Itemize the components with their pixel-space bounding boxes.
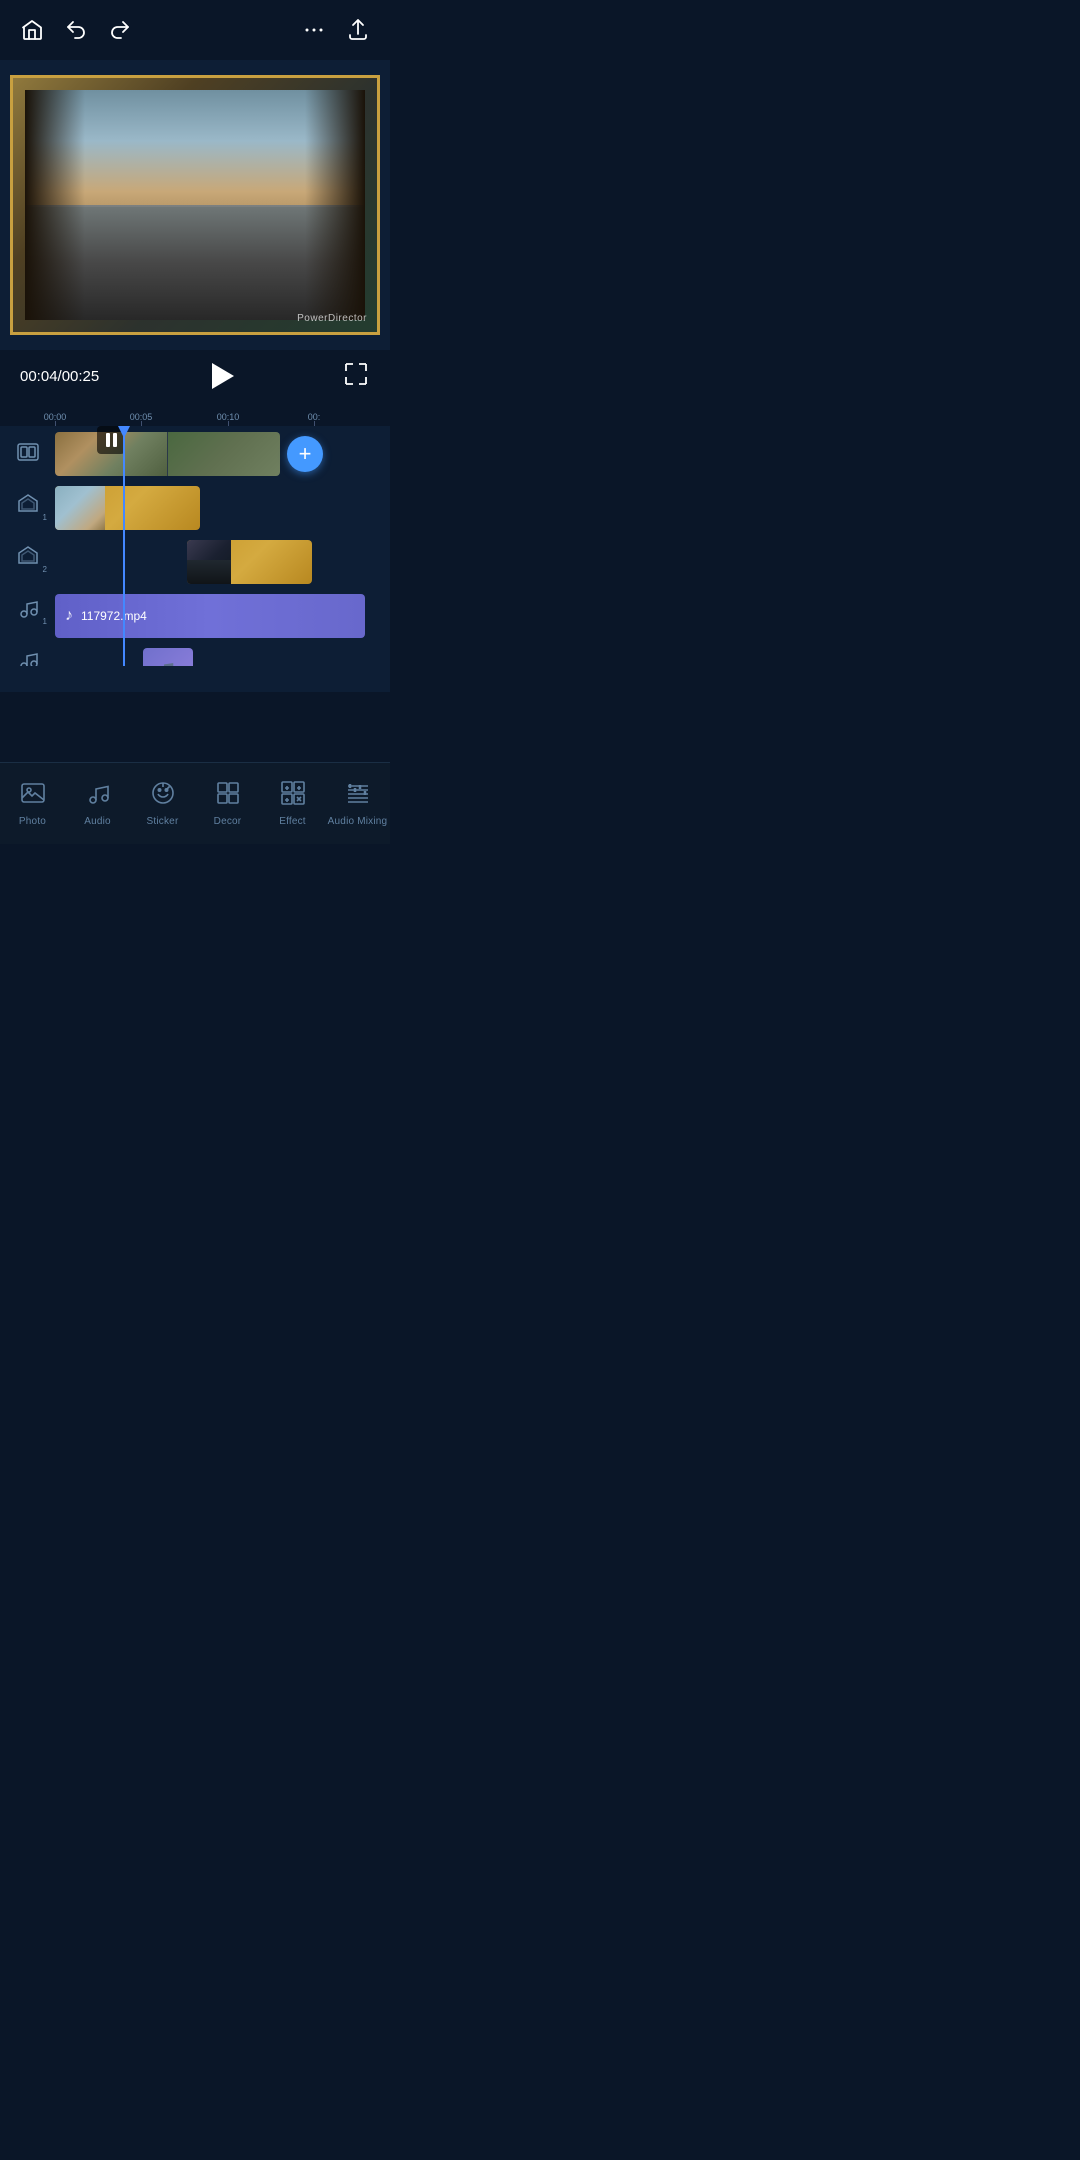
nav-label-sticker: Sticker (147, 816, 179, 827)
pause-bar-2 (113, 433, 117, 447)
nav-item-effect[interactable]: Effect (260, 772, 325, 835)
more-icon (302, 18, 326, 42)
track-icon-main (0, 426, 55, 478)
add-clip-button[interactable]: + (287, 436, 323, 472)
overlay-track-1[interactable] (55, 482, 390, 534)
audio-track-1[interactable]: ♪ 117972.mp4 (55, 590, 390, 642)
redo-button[interactable] (108, 18, 132, 42)
export-button[interactable] (346, 18, 370, 42)
top-bar-right (302, 18, 370, 42)
video-preview: PowerDirector (0, 60, 390, 350)
timeline-tracks: 1 2 1 (0, 426, 390, 666)
time-display: 00:04/00:25 (20, 368, 99, 385)
add-icon: + (299, 441, 312, 467)
audio-mixing-icon (345, 780, 371, 812)
audio1-icon (17, 597, 39, 619)
nav-item-sticker[interactable]: Sticker (130, 772, 195, 835)
main-video-track[interactable]: + (55, 428, 390, 480)
more-button[interactable] (302, 18, 326, 42)
nav-item-audio[interactable]: Audio (65, 772, 130, 835)
effect-icon (280, 780, 306, 812)
undo-button[interactable] (64, 18, 88, 42)
audio-note-icon: ♪ (65, 607, 73, 625)
audio1-badge: 1 (43, 617, 47, 626)
timeline-area: 00:00 00:05 00:10 00: 1 (0, 402, 390, 692)
track-icon-audio2: 2 (0, 634, 55, 666)
nav-item-photo[interactable]: Photo (0, 772, 65, 835)
home-button[interactable] (20, 18, 44, 42)
track-icon-overlay2: 2 (0, 530, 55, 582)
fullscreen-button[interactable] (342, 360, 370, 393)
bottom-nav: Photo Audio Sticker (0, 762, 390, 844)
undo-icon (64, 18, 88, 42)
nav-label-audio-mixing: Audio Mixing (328, 816, 388, 827)
play-icon (212, 363, 234, 389)
video-trees-left (25, 90, 85, 320)
overlay-track-2[interactable] (55, 536, 390, 588)
playhead (123, 426, 125, 666)
audio-2-icon: 🎵 (159, 662, 176, 667)
decor-icon (215, 780, 241, 812)
video-inner (25, 90, 365, 320)
track-icon-audio1: 1 (0, 582, 55, 634)
overlay1-badge: 1 (43, 513, 47, 522)
track-icon-overlay1: 1 (0, 478, 55, 530)
track-icons: 1 2 1 (0, 426, 55, 666)
overlay1-icon (17, 493, 39, 515)
audio-clip-name: 117972.mp4 (81, 609, 147, 623)
main-track-icon (17, 441, 39, 463)
timeline-ruler: 00:00 00:05 00:10 00: (0, 402, 390, 426)
video-frame: PowerDirector (10, 75, 380, 335)
audio-nav-icon (85, 780, 111, 812)
audio-clip-1[interactable]: ♪ 117972.mp4 (55, 594, 365, 638)
overlay-clip-1[interactable] (55, 486, 200, 530)
fullscreen-icon (342, 360, 370, 388)
pause-bar-1 (106, 433, 110, 447)
photo-icon (20, 780, 46, 812)
clip-segment-2 (168, 432, 280, 476)
nav-label-effect: Effect (279, 816, 306, 827)
export-icon (346, 18, 370, 42)
nav-label-photo: Photo (19, 816, 46, 827)
nav-label-audio: Audio (84, 816, 111, 827)
audio-track-2[interactable]: 🎵 (55, 644, 390, 666)
overlay2-icon (17, 545, 39, 567)
nav-item-decor[interactable]: Decor (195, 772, 260, 835)
overlay-clip-2[interactable] (187, 540, 312, 584)
nav-label-decor: Decor (214, 816, 242, 827)
top-bar-left (20, 18, 132, 42)
overlay2-badge: 2 (43, 565, 47, 574)
audio-clip-2[interactable]: 🎵 (143, 648, 193, 666)
top-bar (0, 0, 390, 60)
video-watermark: PowerDirector (297, 313, 367, 324)
playback-controls: 00:04/00:25 (0, 350, 390, 402)
main-video-clip[interactable] (55, 432, 280, 476)
overlay-clip-2-thumbnail (187, 540, 231, 584)
home-icon (20, 18, 44, 42)
overlay-clip-1-thumbnail (55, 486, 105, 530)
audio2-icon (17, 649, 39, 666)
nav-item-audio-mixing[interactable]: Audio Mixing (325, 772, 390, 835)
redo-icon (108, 18, 132, 42)
play-button[interactable] (208, 363, 234, 389)
sticker-icon (150, 780, 176, 812)
video-trees-right (305, 90, 365, 320)
